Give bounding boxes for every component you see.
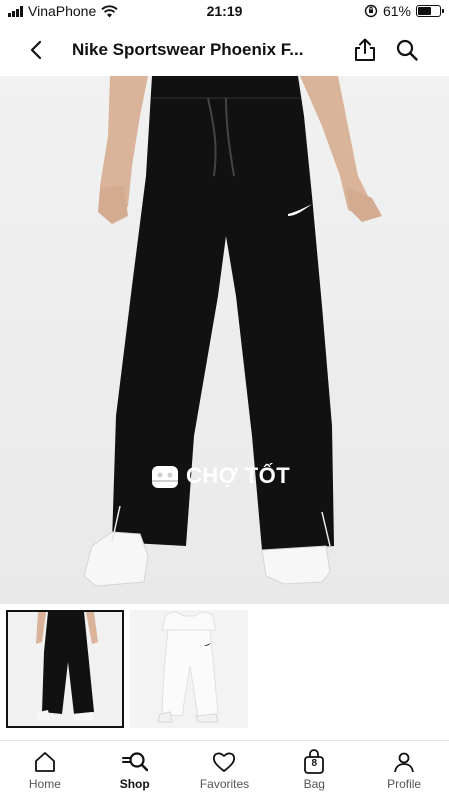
thumbnail-white[interactable]: [130, 610, 248, 728]
nav-profile[interactable]: Profile: [359, 741, 449, 800]
nav-label-profile: Profile: [387, 777, 422, 791]
share-button[interactable]: [351, 36, 379, 64]
nav-shop[interactable]: Shop: [90, 741, 180, 800]
nav-label-home: Home: [28, 777, 61, 791]
home-icon: [34, 752, 55, 772]
thumbnail-white-image: [130, 610, 248, 728]
product-header: Nike Sportswear Phoenix F...: [0, 24, 449, 76]
nav-home[interactable]: Home: [0, 741, 90, 800]
search-button[interactable]: [393, 36, 421, 64]
bag-count-badge: 8: [311, 758, 318, 769]
chevron-left-icon: [30, 40, 42, 60]
thumbnail-black[interactable]: [6, 610, 124, 728]
profile-icon: [394, 752, 414, 773]
back-button[interactable]: [22, 36, 50, 64]
nav-label-shop: Shop: [119, 777, 150, 791]
share-icon: [355, 38, 375, 61]
bottom-nav: Home Shop Favorites 8 Bag Profile: [0, 740, 449, 800]
search-icon: [396, 39, 418, 61]
battery-percent: 61%: [382, 3, 411, 19]
nav-favorites[interactable]: Favorites: [180, 741, 270, 800]
product-image-carousel[interactable]: CHỢ TỐT: [0, 76, 449, 604]
battery-icon: [416, 5, 444, 17]
shop-search-icon: [121, 752, 148, 772]
watermark: CHỢ TỐT: [150, 462, 290, 490]
thumbnail-strip: [0, 604, 449, 738]
orientation-lock-icon: [364, 4, 378, 18]
nav-label-favorites: Favorites: [199, 777, 250, 791]
status-bar: VinaPhone 21:19 61%: [0, 0, 449, 24]
page-title: Nike Sportswear Phoenix F...: [72, 40, 304, 59]
thumbnail-black-image: [8, 612, 122, 726]
nav-bag[interactable]: 8 Bag: [269, 741, 359, 800]
watermark-logo-icon: [152, 466, 178, 488]
nav-label-bag: Bag: [303, 777, 325, 791]
battery-level: [418, 7, 431, 15]
heart-icon: [213, 752, 236, 772]
status-right: 61%: [364, 3, 444, 19]
product-photo: [0, 76, 449, 604]
watermark-text: CHỢ TỐT: [186, 463, 291, 488]
